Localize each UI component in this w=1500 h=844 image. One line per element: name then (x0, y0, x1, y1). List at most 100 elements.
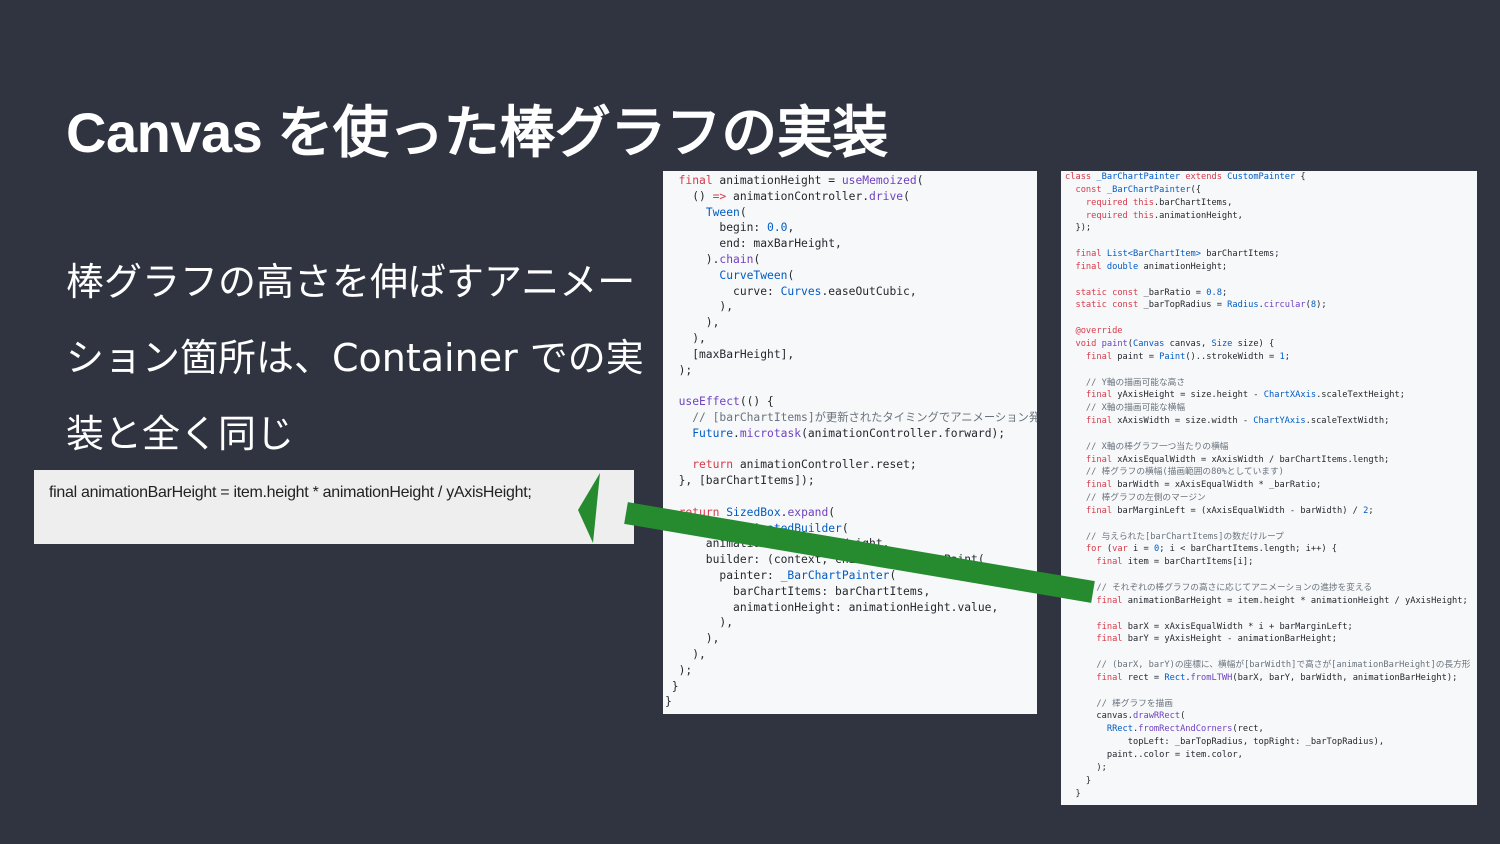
code-token: topLeft: _barTopRadius, topRight: _barTo… (1065, 737, 1385, 748)
code-token: required (1085, 210, 1128, 221)
code-token: return (692, 458, 734, 472)
code-token: // それぞれの棒グラフの高さに応じてアニメーションの進捗を変える (1065, 583, 1373, 593)
code-line: final barX = xAxisEqualWidth * i + barMa… (1065, 621, 1477, 634)
code-token: () (665, 189, 713, 203)
code-line: final xAxisWidth = size.width - ChartYAx… (1065, 415, 1477, 428)
code-line: // 棒グラフの左側のマージン (1065, 492, 1477, 505)
code-line: child: AnimatedBuilder( (665, 521, 1037, 537)
code-token: animation: animationHeight, (665, 537, 890, 551)
code-line: builder: (context, child) => CustomPaint… (665, 552, 1037, 568)
code-token: animationController. (726, 189, 870, 203)
code-token: _barRatio = (1138, 287, 1207, 298)
code-line: Future.microtask(animationController.for… (665, 426, 1037, 442)
code-token: circular (1263, 300, 1306, 311)
slide-body-text: 棒グラフの高さを伸ばすアニメー ション箇所は、Container での実 装と全… (66, 244, 656, 472)
code-token: for (1085, 544, 1102, 555)
code-line: return SizedBox.expand( (665, 505, 1037, 521)
code-line: end: maxBarHeight, (665, 236, 1037, 252)
code-line: final animationHeight = useMemoized( (665, 173, 1037, 189)
code-token: final (1085, 351, 1113, 362)
code-line: required this.barChartItems, (1065, 197, 1477, 210)
code-token: final (678, 174, 713, 187)
code-line: ), (665, 299, 1037, 315)
code-token: ( (1101, 544, 1113, 555)
code-token: var (1112, 544, 1128, 555)
code-token: class (1065, 172, 1092, 182)
code-line: final barY = yAxisHeight - animationBarH… (1065, 633, 1477, 646)
code-token: => (712, 189, 727, 203)
code-token: final (1085, 505, 1113, 516)
code-token: begin: (665, 221, 768, 235)
code-line: // [barChartItems]が更新されたタイミングでアニメーション発火 (665, 410, 1037, 426)
code-snippet-box: final animationBarHeight = item.height *… (34, 470, 634, 544)
code-token: ), (665, 632, 720, 646)
code-line: ); (665, 363, 1037, 379)
body-line-1: 棒グラフの高さを伸ばすアニメー (66, 260, 636, 304)
code-token: return (678, 505, 720, 519)
code-line: final paint = Paint()..strokeWidth = 1; (1065, 351, 1477, 364)
code-token: 0.0 (767, 221, 788, 235)
code-token: canvas. (1065, 711, 1133, 722)
code-token: this (1133, 210, 1154, 221)
code-line: barChartItems: barChartItems, (665, 584, 1037, 600)
code-token: ). (665, 252, 720, 266)
code-token: .barChartItems, (1153, 197, 1233, 208)
code-token: barWidth = xAxisEqualWidth * _barRatio; (1112, 480, 1322, 491)
code-token: final (1085, 390, 1113, 401)
code-line: static const _barRatio = 0.8; (1065, 287, 1477, 300)
code-token: final (1096, 621, 1123, 632)
code-token: barChartItems; (1201, 249, 1280, 260)
body-line-3: 装と全く同じ (66, 412, 295, 456)
code-line: final barWidth = xAxisEqualWidth * _barR… (1065, 479, 1477, 492)
code-token: i = (1127, 544, 1154, 555)
slide-title: Canvas を使った棒グラフの実装 (66, 101, 888, 164)
code-line: required this.animationHeight, (1065, 210, 1477, 223)
code-token: const (1112, 287, 1139, 298)
code-token: chain (719, 252, 754, 266)
code-line: CurveTween( (665, 268, 1037, 284)
code-line: }, [barChartItems]); (665, 473, 1037, 489)
code-token: final (1085, 480, 1113, 491)
code-line: ); (1065, 762, 1477, 775)
code-line: // 与えられた[barChartItems]の数だけループ (1065, 531, 1477, 544)
code-token: const (1075, 184, 1102, 195)
code-token: animationBarHeight = item.height * anima… (1122, 595, 1468, 606)
code-token: CustomPainter (1227, 172, 1296, 182)
code-line: final item = barChartItems[i]; (1065, 556, 1477, 569)
code-token: { (1295, 172, 1306, 182)
code-token: expand (787, 505, 829, 519)
code-line: return animationController.reset; (665, 457, 1037, 473)
code-screenshot-painter: class _BarChartPainter extends CustomPai… (1061, 171, 1477, 805)
code-token: final (1075, 249, 1102, 260)
code-token: } (1065, 788, 1081, 799)
code-token: List<BarChartItem> (1106, 249, 1202, 260)
code-token: builder: (context, child) => CustomPaint… (665, 553, 985, 567)
code-token: @override (1075, 326, 1123, 337)
code-line: animation: animationHeight, (665, 536, 1037, 552)
code-token: ), (665, 316, 720, 330)
code-line: final yAxisHeight = size.height - ChartX… (1065, 389, 1477, 402)
code-token: void (1075, 338, 1097, 349)
code-token: ( (903, 189, 910, 203)
code-line: // 棒グラフを描画 (1065, 698, 1477, 711)
code-token: ); (1316, 300, 1327, 311)
code-token: ( (1180, 711, 1186, 722)
code-token: AnimatedBuilder (739, 521, 842, 535)
code-token: .easeOutCubic, (821, 284, 917, 298)
